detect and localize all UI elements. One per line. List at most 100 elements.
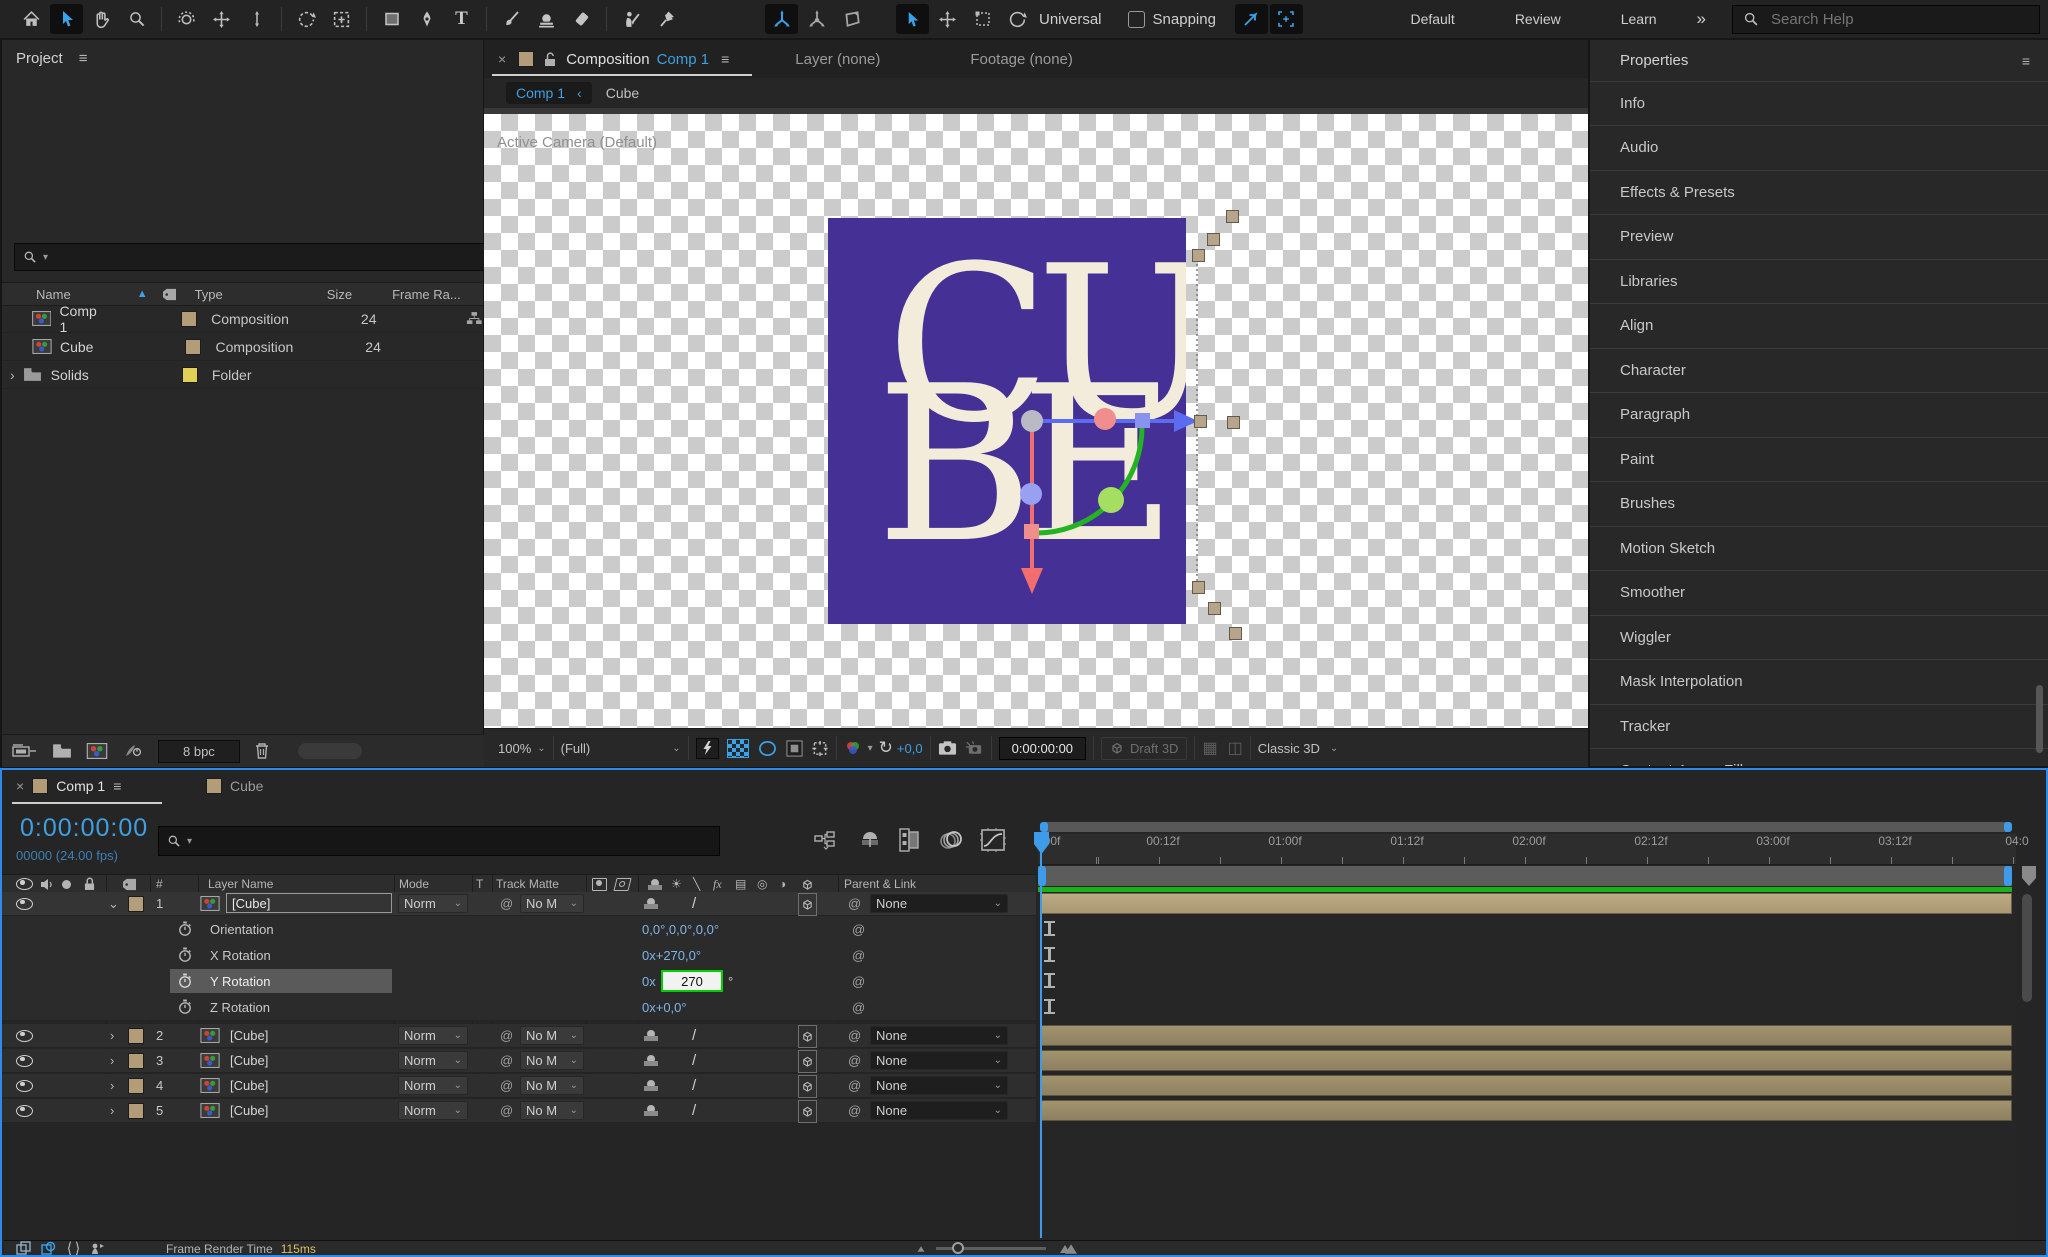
parent-pickwhip-icon[interactable]: @: [848, 892, 861, 915]
local-axis-mode-icon[interactable]: [765, 4, 798, 34]
property-row-z-rotation[interactable]: Z Rotation 0x+0,0° @: [2, 994, 1036, 1021]
frame-blending-toggle-icon[interactable]: [898, 828, 920, 852]
expand-layer-switches-icon[interactable]: [16, 1241, 33, 1256]
column-number[interactable]: #: [156, 875, 163, 893]
selection-handle[interactable]: [1207, 233, 1220, 246]
property-pickwhip-icon[interactable]: @: [852, 942, 865, 968]
home-icon[interactable]: [15, 4, 48, 34]
property-row-x-rotation[interactable]: X Rotation 0x+270,0° @: [2, 942, 1036, 969]
quality-toggle[interactable]: /: [692, 1099, 696, 1122]
work-area-end-handle[interactable]: [2004, 866, 2012, 886]
layer-label-swatch[interactable]: [128, 895, 144, 912]
close-tab-icon[interactable]: ×: [498, 51, 506, 67]
layer-visibility-toggle[interactable]: [16, 1104, 33, 1117]
fast-previews-icon[interactable]: [695, 737, 719, 759]
layer-label-swatch[interactable]: [128, 1102, 144, 1119]
keyframe-ibeam[interactable]: [1044, 973, 1055, 988]
breadcrumb-back-icon[interactable]: ‹: [577, 85, 582, 101]
blend-mode-select[interactable]: Norm ⌄: [398, 1076, 468, 1095]
audio-column-icon[interactable]: [40, 878, 54, 891]
property-value[interactable]: 0x+270,0°: [642, 942, 701, 968]
parent-select[interactable]: None ⌄: [870, 1026, 1008, 1045]
video-column-icon[interactable]: [16, 878, 33, 890]
draft-3d-button[interactable]: Draft 3D: [1101, 736, 1188, 760]
layer-visibility-toggle[interactable]: [16, 1079, 33, 1092]
puppet-pin-tool-icon[interactable]: [650, 4, 683, 34]
layer-visibility-toggle[interactable]: [16, 1029, 33, 1042]
shy-toggle[interactable]: [644, 1030, 658, 1041]
rotation-arc[interactable]: [1031, 426, 1145, 536]
reset-exposure-icon[interactable]: ↻: [879, 738, 893, 758]
panel-item-libraries[interactable]: Libraries: [1590, 259, 2048, 303]
resolution-select[interactable]: (Full) ⌄: [561, 741, 681, 756]
panel-item-motion-sketch[interactable]: Motion Sketch: [1590, 526, 2048, 570]
layer-row-2[interactable]: › 2 [Cube] Norm ⌄ @ No M ⌄ / @ None ⌄: [2, 1024, 1036, 1048]
show-snapshot-icon[interactable]: [965, 740, 984, 756]
selection-handle[interactable]: [1192, 249, 1205, 262]
timeline-graph-area[interactable]: 0:00f 00:12f 01:00f 01:12f 02:00f 02:12f…: [1034, 820, 2029, 1240]
3d-layer-toggle[interactable]: [798, 1025, 817, 1048]
property-pickwhip-icon[interactable]: @: [852, 968, 865, 994]
layer-4-duration-bar[interactable]: [1040, 1075, 2012, 1096]
flowchart-icon[interactable]: [466, 311, 483, 326]
parent-pickwhip-icon[interactable]: @: [848, 1049, 861, 1072]
timeline-search-box[interactable]: ▾: [158, 826, 720, 856]
selection-handle[interactable]: [1227, 416, 1240, 429]
shy-toggle[interactable]: [644, 898, 658, 909]
world-axis-mode-icon[interactable]: [800, 4, 833, 34]
motion-blur-toggle-icon[interactable]: [938, 830, 964, 850]
parent-select[interactable]: None ⌄: [870, 1051, 1008, 1070]
column-mode[interactable]: Mode: [399, 875, 429, 893]
mask-column-icon[interactable]: [592, 877, 607, 891]
viewer-timecode[interactable]: 0:00:00:00: [998, 736, 1087, 760]
layer-1-duration-bar[interactable]: [1040, 893, 2012, 914]
workspace-overflow-chevron[interactable]: »: [1697, 9, 1706, 29]
parent-pickwhip-icon[interactable]: @: [848, 1074, 861, 1097]
transparency-grid-icon[interactable]: [726, 738, 749, 758]
project-row-comp1[interactable]: Comp 1 Composition 24: [2, 303, 483, 335]
selection-handle[interactable]: [1194, 415, 1207, 428]
parent-select[interactable]: None ⌄: [870, 1076, 1008, 1095]
label-swatch[interactable]: [181, 310, 198, 327]
stopwatch-icon[interactable]: [178, 973, 192, 989]
universal-move-icon[interactable]: [931, 4, 964, 34]
layer-row-3[interactable]: › 3 [Cube] Norm ⌄ @ No M ⌄ / @ None ⌄: [2, 1049, 1036, 1073]
new-folder-icon[interactable]: [52, 743, 72, 759]
label-column-icon[interactable]: [122, 878, 137, 891]
timeline-search-input[interactable]: [198, 832, 643, 850]
label-swatch[interactable]: [185, 338, 202, 355]
anchor-point-handle[interactable]: [1021, 410, 1043, 432]
clone-stamp-tool-icon[interactable]: [530, 4, 563, 34]
label-swatch[interactable]: [181, 366, 198, 383]
frame-blend-column-icon[interactable]: ▤: [735, 875, 746, 893]
property-row-orientation[interactable]: Orientation 0,0°,0,0°,0,0° @: [2, 916, 1036, 943]
expand-inout-panes-icon[interactable]: [66, 1241, 81, 1256]
rectangle-tool-icon[interactable]: [375, 4, 408, 34]
playhead-line[interactable]: [1040, 832, 1042, 1238]
universal-select-icon[interactable]: [896, 4, 929, 34]
proxy-icon[interactable]: [122, 742, 144, 760]
layer-name[interactable]: [Cube]: [230, 1049, 268, 1072]
quality-toggle[interactable]: /: [692, 1024, 696, 1047]
navigator-start-handle[interactable]: [1040, 822, 1048, 832]
layer-visibility-toggle[interactable]: [16, 897, 33, 910]
parent-select[interactable]: None ⌄: [870, 1101, 1008, 1120]
column-track-matte[interactable]: Track Matte: [496, 875, 559, 893]
3d-layer-toggle[interactable]: [798, 1100, 817, 1123]
draft-3d-toggle-icon[interactable]: [858, 830, 882, 850]
mask-visibility-icon[interactable]: [757, 740, 778, 757]
selection-tool-icon[interactable]: [50, 4, 83, 34]
project-search-input[interactable]: [54, 248, 439, 266]
graph-editor-icon[interactable]: [980, 828, 1006, 852]
workspace-tab-default[interactable]: Default: [1410, 11, 1454, 27]
project-row-solids[interactable]: › Solids Folder: [2, 361, 483, 389]
property-value[interactable]: 0,0°,0,0°,0,0°: [642, 916, 719, 942]
layer-label-swatch[interactable]: [128, 1052, 144, 1069]
track-matte-pickwhip-icon[interactable]: @: [500, 1049, 513, 1072]
selection-handle[interactable]: [1229, 627, 1242, 640]
renderer-button[interactable]: Classic 3D ⌄: [1258, 741, 1339, 756]
track-matte-select[interactable]: No M ⌄: [520, 894, 584, 913]
shy-toggle[interactable]: [644, 1105, 658, 1116]
quality-toggle[interactable]: /: [692, 1049, 696, 1072]
panel-item-align[interactable]: Align: [1590, 303, 2048, 347]
